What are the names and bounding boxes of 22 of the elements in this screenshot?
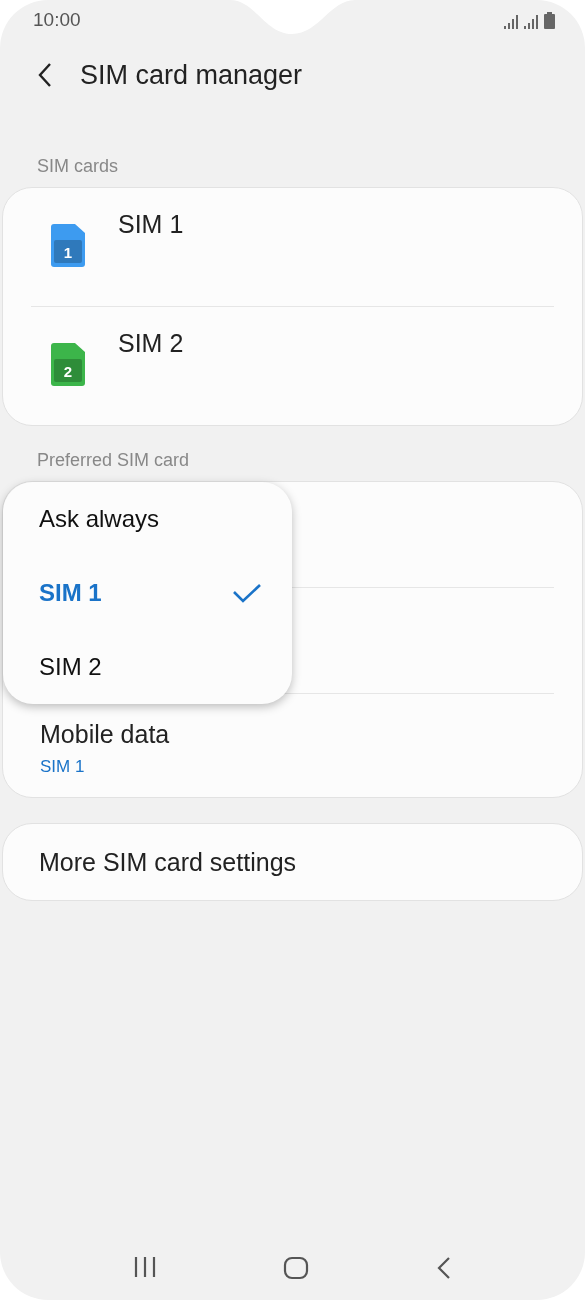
popup-option[interactable]: SIM 2 <box>3 630 292 704</box>
sim-name[interactable]: SIM 1 <box>118 210 184 306</box>
back-nav-icon[interactable] <box>435 1256 452 1280</box>
section-heading: SIM cards <box>36 156 120 177</box>
more-settings-item[interactable]: More SIM card settings <box>2 823 583 901</box>
setting-value: SIM 1 <box>40 757 86 777</box>
status-time: 10:00 <box>33 9 81 31</box>
popup-option[interactable]: SIM 1 <box>3 556 292 630</box>
sim-name[interactable]: SIM 2 <box>118 329 184 425</box>
signal-icon <box>524 14 540 29</box>
setting-label[interactable]: Mobile data <box>40 720 545 749</box>
check-icon <box>232 583 262 603</box>
home-icon[interactable] <box>283 1256 310 1280</box>
recent-apps-icon[interactable] <box>133 1256 158 1278</box>
popup-option[interactable]: Ask always <box>3 482 292 556</box>
back-icon[interactable] <box>38 62 52 88</box>
section-heading: Preferred SIM card <box>36 450 191 471</box>
sim-card-icon: 1 <box>51 224 85 267</box>
battery-icon <box>544 11 555 29</box>
signal-icon <box>504 14 520 29</box>
sim-card-icon: 2 <box>51 343 85 386</box>
page-title: SIM card manager <box>80 59 303 91</box>
